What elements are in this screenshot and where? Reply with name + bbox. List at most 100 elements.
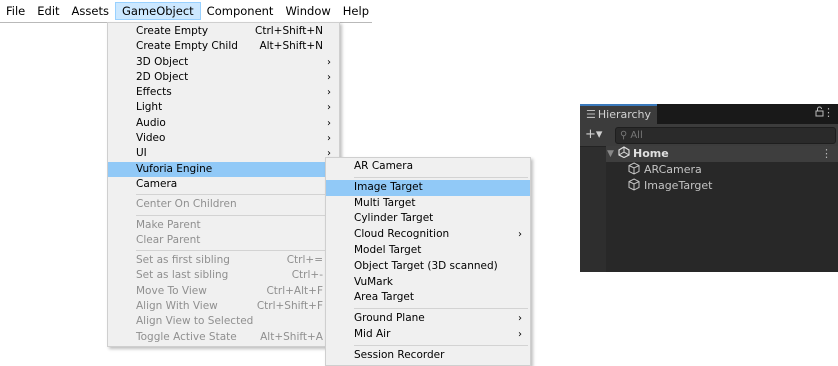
menu-item-label: Model Target: [354, 243, 422, 256]
hierarchy-item-arcamera[interactable]: ARCamera: [606, 162, 838, 178]
menu-gameobject[interactable]: GameObject: [114, 2, 201, 20]
menu-file[interactable]: File: [0, 2, 31, 20]
menu-item-session-recorder[interactable]: Session Recorder: [326, 348, 530, 364]
shortcut-label: Alt+Shift+N: [259, 40, 323, 53]
menu-item-light[interactable]: Light ›: [108, 100, 339, 115]
menu-item-camera[interactable]: Camera: [108, 177, 339, 192]
menu-item-label: Vuforia Engine: [136, 162, 213, 175]
scene-row[interactable]: ▼ Home ⋮: [606, 146, 838, 162]
menu-item-create-empty-child[interactable]: Create Empty Child Alt+Shift+N: [108, 39, 339, 54]
scene-name: Home: [633, 147, 669, 160]
menu-item-label: Area Target: [354, 291, 414, 304]
menu-item-label: Multi Target: [354, 196, 416, 209]
menu-item-label: 2D Object: [136, 70, 189, 83]
menu-item-vuforia-engine[interactable]: Vuforia Engine›: [108, 161, 339, 177]
menu-item-ground-plane[interactable]: Ground Plane ›: [326, 311, 530, 327]
menu-item-set-first-sibling[interactable]: Set as first sibling Ctrl+=: [108, 253, 339, 268]
menu-item-ui[interactable]: UI ›: [108, 146, 339, 161]
menu-item-label: UI: [136, 147, 147, 160]
menu-item-label: Ground Plane: [354, 312, 425, 325]
hierarchy-gutter: [580, 147, 606, 272]
shortcut-label: Ctrl+Shift+F: [256, 300, 323, 313]
menu-item-model-target[interactable]: Model Target: [326, 243, 530, 259]
menu-item-vumark[interactable]: VuMark: [326, 275, 530, 291]
menu-item-label: Clear Parent: [136, 233, 201, 246]
chevron-right-icon: ›: [327, 133, 331, 145]
menu-item-multi-target[interactable]: Multi Target: [326, 196, 530, 212]
menu-item-make-parent[interactable]: Make Parent: [108, 218, 339, 233]
menu-item-2d-object[interactable]: 2D Object ›: [108, 70, 339, 85]
menu-edit[interactable]: Edit: [31, 2, 65, 20]
menu-item-move-to-view[interactable]: Move To View Ctrl+Alt+F: [108, 284, 339, 299]
menu-item-ar-camera[interactable]: AR Camera: [326, 159, 530, 175]
chevron-right-icon: ›: [518, 313, 522, 325]
menu-item-label: Light: [136, 101, 163, 114]
menu-item-effects[interactable]: Effects ›: [108, 85, 339, 100]
menu-separator: [136, 214, 337, 216]
menu-item-label: Create Empty Child: [136, 40, 238, 53]
chevron-right-icon: ›: [327, 87, 331, 99]
gameobject-dropdown: Create Empty Ctrl+Shift+N Create Empty Ch…: [107, 22, 340, 347]
menu-item-create-empty[interactable]: Create Empty Ctrl+Shift+N: [108, 24, 339, 39]
menu-item-label: 3D Object: [136, 55, 189, 68]
menu-item-label: Align View to Selected: [136, 315, 254, 328]
menu-item-object-target[interactable]: Object Target (3D scanned): [326, 259, 530, 275]
menu-item-area-target[interactable]: Area Target: [326, 290, 530, 306]
chevron-right-icon: ›: [518, 328, 522, 340]
tab-label: Hierarchy: [597, 108, 652, 121]
menu-assets[interactable]: Assets: [66, 2, 115, 20]
search-placeholder: All: [630, 130, 643, 141]
kebab-icon[interactable]: ⋮: [823, 106, 834, 119]
shortcut-label: Ctrl+Shift+N: [255, 25, 323, 37]
hierarchy-toolbar: +▾ ⚲ All: [580, 124, 838, 147]
shortcut-label: Ctrl+Alt+F: [266, 284, 323, 297]
menu-item-label: Cylinder Target: [354, 212, 434, 225]
menu-separator: [354, 344, 528, 346]
menu-window[interactable]: Window: [279, 2, 336, 20]
menu-help[interactable]: Help: [337, 2, 375, 20]
search-input[interactable]: ⚲ All: [615, 127, 836, 144]
menu-item-cloud-recognition[interactable]: Cloud Recognition ›: [326, 227, 530, 243]
cube-icon: [628, 178, 640, 196]
menu-item-align-view-to-selected[interactable]: Align View to Selected: [108, 314, 339, 329]
menu-item-center-on-children[interactable]: Center On Children: [108, 197, 339, 212]
menu-item-set-last-sibling[interactable]: Set as last sibling Ctrl+-: [108, 268, 339, 283]
menu-item-label: Effects: [136, 86, 172, 99]
object-name: ImageTarget: [644, 179, 713, 192]
hierarchy-item-imagetarget[interactable]: ImageTarget: [606, 178, 838, 194]
unity-icon: [618, 146, 630, 163]
menu-item-align-with-view[interactable]: Align With View Ctrl+Shift+F: [108, 299, 339, 314]
kebab-icon[interactable]: ⋮: [821, 146, 832, 162]
plus-icon[interactable]: +▾: [585, 127, 602, 142]
tab-hierarchy[interactable]: ☰ Hierarchy: [580, 104, 657, 124]
menu-item-cylinder-target[interactable]: Cylinder Target: [326, 211, 530, 227]
menu-item-label: Set as first sibling: [136, 254, 230, 267]
chevron-right-icon: ›: [327, 117, 331, 129]
menu-item-mid-air[interactable]: Mid Air ›: [326, 327, 530, 343]
menu-separator: [354, 176, 528, 178]
shortcut-label: Ctrl+-: [291, 269, 323, 282]
menu-item-audio[interactable]: Audio ›: [108, 116, 339, 131]
menu-item-label: Mid Air: [354, 327, 391, 340]
foldout-arrow-icon[interactable]: ▼: [607, 146, 614, 162]
menu-bar: File Edit Assets GameObject Component Wi…: [0, 0, 372, 23]
menu-item-video[interactable]: Video ›: [108, 131, 339, 146]
menu-item-3d-object[interactable]: 3D Object ›: [108, 55, 339, 70]
menu-item-label: Camera: [136, 177, 178, 190]
menu-item-toggle-active-state[interactable]: Toggle Active State Alt+Shift+A: [108, 330, 339, 345]
menu-separator: [136, 194, 337, 196]
menu-item-label: Toggle Active State: [136, 330, 237, 343]
menu-item-label: Center On Children: [136, 198, 237, 211]
menu-item-clear-parent[interactable]: Clear Parent: [108, 233, 339, 248]
menu-item-label: AR Camera: [354, 160, 414, 172]
menu-item-label: VuMark: [354, 275, 394, 288]
menu-item-image-target[interactable]: Image Target: [326, 179, 530, 196]
vuforia-submenu: AR Camera Image Target Multi Target Cyli…: [325, 157, 531, 366]
shortcut-label: Alt+Shift+A: [260, 330, 323, 343]
list-icon: ☰: [586, 108, 596, 121]
menu-item-label: Set as last sibling: [136, 269, 229, 282]
menu-component[interactable]: Component: [201, 2, 280, 20]
menu-item-label: Image Target: [354, 180, 423, 193]
menu-separator: [354, 308, 528, 310]
hierarchy-panel: ☰ Hierarchy ⋮ +▾ ⚲ All ▼ Home ⋮ ARCamera I…: [580, 104, 838, 272]
